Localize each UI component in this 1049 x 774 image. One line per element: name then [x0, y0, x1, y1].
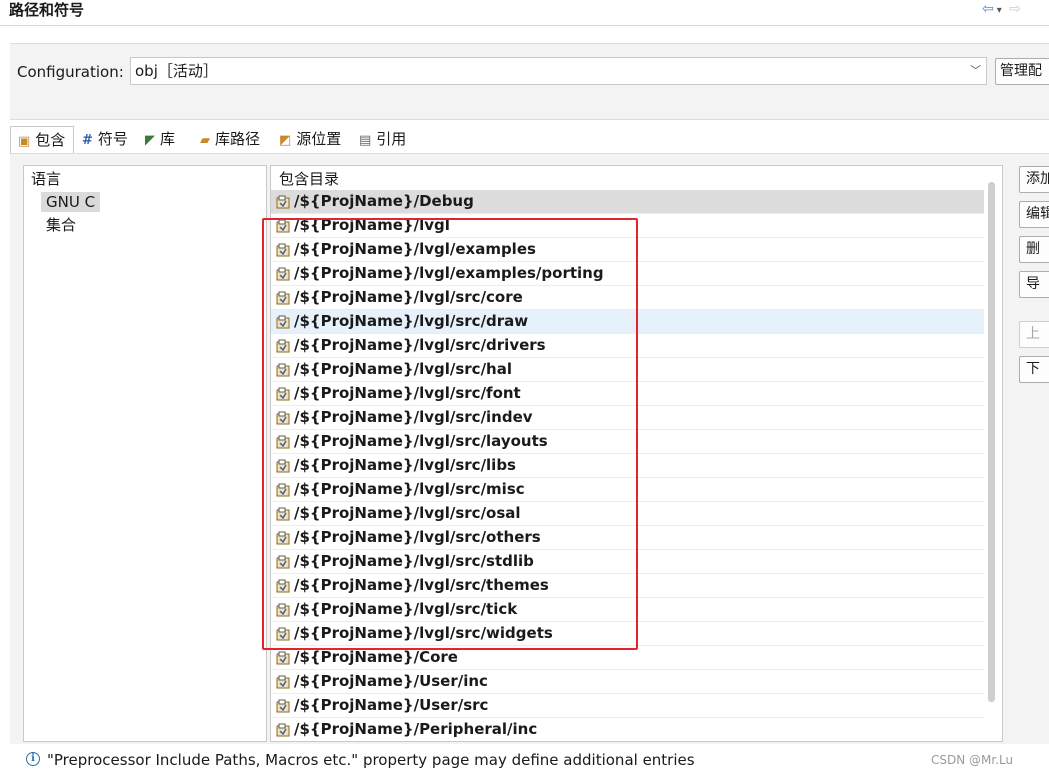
include-icon: ▣: [18, 134, 31, 149]
tab-label: 引用: [376, 130, 407, 148]
include-path-row[interactable]: /${ProjName}/Peripheral/inc: [271, 718, 984, 741]
include-path-label: /${ProjName}/Core: [294, 648, 458, 666]
include-folder-icon: [276, 699, 290, 713]
tab-symbols[interactable]: # 符号: [82, 126, 128, 154]
tab-libraries[interactable]: ◤ 库: [145, 126, 175, 154]
include-folder-icon: [276, 675, 290, 689]
delete-button[interactable]: 删: [1019, 236, 1049, 263]
add-button[interactable]: 添加: [1019, 166, 1049, 193]
forward-icon[interactable]: ⇨: [1009, 1, 1021, 17]
tab-library-paths[interactable]: ▰ 库路径: [200, 126, 260, 154]
info-message: "Preprocessor Include Paths, Macros etc.…: [47, 751, 695, 769]
include-folder-icon: [276, 195, 290, 209]
include-path-row[interactable]: /${ProjName}/User/inc: [271, 670, 984, 694]
annotation-highlight-box: [262, 218, 638, 650]
language-header: 语言: [31, 170, 62, 188]
include-path-label: /${ProjName}/User/inc: [294, 672, 488, 690]
tab-label: 符号: [97, 130, 128, 148]
tab-label: 包含: [35, 131, 66, 149]
library-path-icon: ▰: [200, 133, 210, 148]
page-header: 路径和符号 ⇦ ▾ ⇨: [0, 0, 1049, 26]
language-item-gnu-c[interactable]: GNU C: [41, 192, 101, 212]
chevron-down-icon[interactable]: ▾: [997, 3, 1002, 19]
chevron-down-icon: ﹀: [970, 64, 981, 77]
export-button[interactable]: 导: [1019, 271, 1049, 298]
manage-configurations-button[interactable]: 管理配: [995, 58, 1049, 85]
header-divider: [0, 25, 1049, 26]
configuration-label: Configuration:: [17, 63, 124, 81]
include-path-row[interactable]: /${ProjName}/Debug: [271, 190, 984, 214]
watermark: CSDN @Mr.Lu: [931, 753, 1014, 767]
include-folder-icon: [276, 723, 290, 737]
language-item-collection[interactable]: 集合: [46, 215, 76, 235]
hash-icon: #: [82, 133, 93, 148]
configuration-value: obj［活动］: [135, 62, 218, 80]
include-directories-header: 包含目录: [279, 170, 340, 188]
nav-arrows: ⇦ ▾ ⇨: [982, 1, 1024, 19]
source-location-icon: ◩: [279, 133, 292, 148]
configuration-select[interactable]: obj［活动］ ﹀: [130, 57, 987, 85]
include-path-label: /${ProjName}/Debug: [294, 192, 474, 210]
tab-include[interactable]: ▣ 包含: [10, 126, 74, 154]
tab-label: 库: [160, 130, 176, 148]
tab-bar: ▣ 包含 # 符号 ◤ 库 ▰ 库路径 ◩ 源位置 ▤ 引用: [10, 126, 1049, 154]
tab-label: 库路径: [215, 130, 261, 148]
edit-button[interactable]: 编辑: [1019, 201, 1049, 228]
library-icon: ◤: [145, 133, 155, 148]
back-icon[interactable]: ⇦: [982, 1, 994, 17]
tab-references[interactable]: ▤ 引用: [359, 126, 406, 154]
tab-source-location[interactable]: ◩ 源位置: [279, 126, 341, 154]
tab-label: 源位置: [296, 130, 342, 148]
page-title: 路径和符号: [9, 1, 85, 19]
move-down-button[interactable]: 下: [1019, 356, 1049, 383]
info-icon: i: [26, 752, 40, 766]
move-up-button[interactable]: 上: [1019, 321, 1049, 348]
include-path-row[interactable]: /${ProjName}/User/src: [271, 694, 984, 718]
include-path-label: /${ProjName}/User/src: [294, 696, 489, 714]
include-path-label: /${ProjName}/Peripheral/inc: [294, 720, 538, 738]
language-list: 语言 GNU C 集合: [23, 165, 267, 742]
include-folder-icon: [276, 651, 290, 665]
vertical-scrollbar[interactable]: [988, 182, 995, 702]
reference-icon: ▤: [359, 133, 372, 148]
